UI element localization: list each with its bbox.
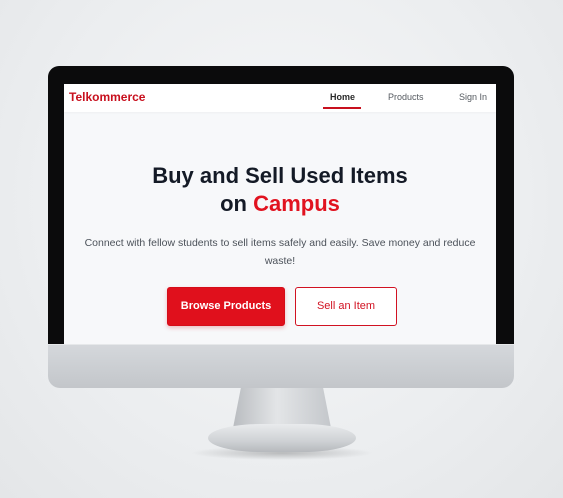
hero-subtitle: Connect with fellow students to sell ite… (84, 237, 476, 267)
brand-logo[interactable]: Telkommerce (69, 90, 145, 104)
nav-home-link[interactable]: Home (330, 92, 355, 102)
screen: Telkommerce Home Products Sign In Buy an… (64, 84, 496, 344)
hero-title-line1: Buy and Sell Used Items (152, 163, 408, 188)
top-navbar: Telkommerce Home Products Sign In (64, 84, 496, 112)
monitor-chin (48, 344, 514, 388)
hero-title-line2: on Campus (64, 190, 496, 218)
hero-title-accent: Campus (253, 191, 340, 216)
monitor-stand-base (208, 424, 356, 452)
browse-products-button[interactable]: Browse Products (167, 287, 285, 326)
active-nav-underline (323, 107, 361, 109)
hero-title-prefix: on (220, 191, 247, 216)
hero-title: Buy and Sell Used Items on Campus (64, 162, 496, 218)
sell-item-button[interactable]: Sell an Item (295, 287, 397, 326)
monitor-bezel: Telkommerce Home Products Sign In Buy an… (48, 66, 514, 344)
monitor-stand-neck (233, 388, 331, 428)
imac-monitor: Telkommerce Home Products Sign In Buy an… (48, 66, 514, 388)
nav-products-link[interactable]: Products (388, 92, 424, 102)
nav-sign-in-link[interactable]: Sign In (459, 92, 487, 102)
